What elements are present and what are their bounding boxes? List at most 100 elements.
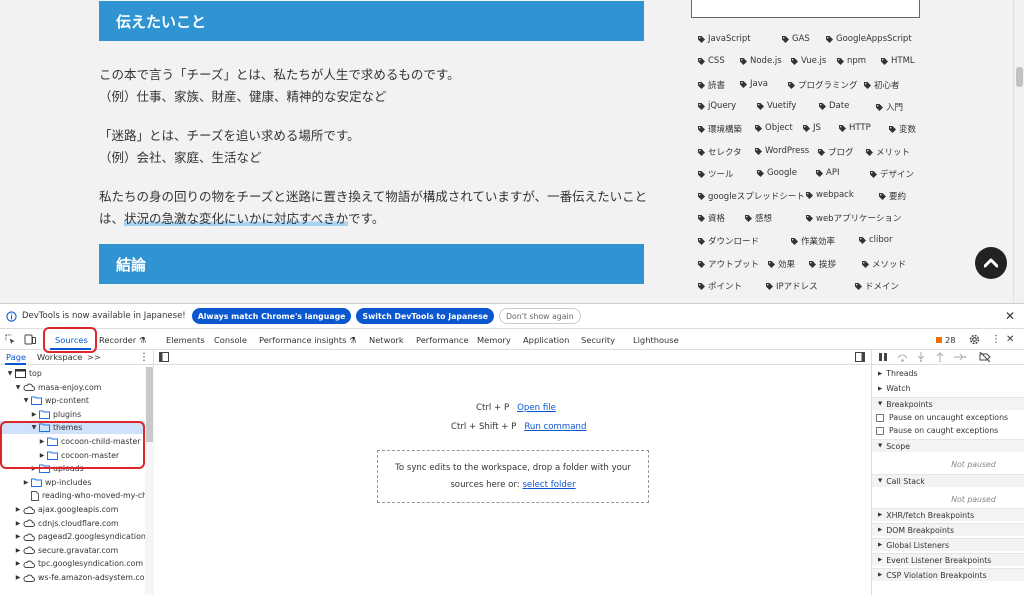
tree-item[interactable]: ▼ wp-content — [22, 394, 89, 407]
collapsed-arrow-icon[interactable]: ▶ — [14, 520, 22, 527]
tag-link[interactable]: 初心者 — [864, 79, 900, 91]
file-tree-scrollbar[interactable] — [145, 367, 154, 595]
xhr-breakpoints-section[interactable]: ▶ XHR/fetch Breakpoints — [872, 508, 1024, 521]
tree-item[interactable]: ▶ pagead2.googlesyndication.co — [14, 530, 145, 543]
tree-item[interactable]: ▶ plugins — [30, 408, 81, 421]
tab-performance-insights[interactable]: Performance insights ⚗ — [259, 329, 357, 350]
tree-item[interactable]: ▶ ws-fe.amazon-adsystem.com — [14, 571, 145, 584]
tag-link[interactable]: ダウンロード — [698, 235, 759, 247]
watch-section[interactable]: ▶ Watch — [872, 382, 1024, 395]
run-command-link[interactable]: Run command — [524, 422, 586, 432]
collapsed-arrow-icon[interactable]: ▶ — [14, 574, 22, 581]
device-toolbar-icon[interactable] — [24, 329, 36, 350]
tag-link[interactable]: 資格 — [698, 212, 725, 224]
tag-link[interactable]: デザイン — [870, 168, 914, 180]
tab-workspace[interactable]: Workspace — [37, 352, 82, 362]
event-listener-breakpoints-section[interactable]: ▶ Event Listener Breakpoints — [872, 553, 1024, 566]
tag-link[interactable]: jQuery — [698, 101, 736, 111]
tree-item[interactable]: ▶ ajax.googleapis.com — [14, 503, 119, 516]
open-file-link[interactable]: Open file — [517, 403, 556, 413]
tag-link[interactable]: ブログ — [818, 146, 854, 158]
tag-link[interactable]: 要約 — [879, 190, 906, 202]
tag-link[interactable]: メソッド — [862, 258, 906, 270]
step-icon[interactable] — [954, 352, 966, 365]
tree-item[interactable]: reading-who-moved-my-ch — [22, 489, 145, 502]
tag-link[interactable]: Date — [819, 101, 849, 111]
collapsed-arrow-icon[interactable]: ▶ — [22, 479, 30, 486]
select-folder-link[interactable]: select folder — [522, 480, 575, 490]
tab-memory[interactable]: Memory — [477, 329, 511, 350]
settings-gear-icon[interactable] — [969, 329, 980, 350]
tag-link[interactable]: 感想 — [745, 212, 772, 224]
expanded-arrow-icon[interactable]: ▼ — [14, 384, 22, 391]
tag-link[interactable]: Java — [740, 79, 768, 89]
collapsed-arrow-icon[interactable]: ▶ — [14, 547, 22, 554]
tag-link[interactable]: 読書 — [698, 79, 725, 91]
tag-link[interactable]: npm — [837, 56, 866, 66]
tree-item[interactable]: ▶ wp-includes — [22, 476, 91, 489]
toggle-debugger-icon[interactable] — [855, 352, 865, 362]
tab-elements[interactable]: Elements — [166, 329, 205, 350]
tab-page[interactable]: Page — [6, 352, 26, 362]
switch-to-japanese-button[interactable]: Switch DevTools to Japanese — [356, 308, 494, 324]
tag-link[interactable]: プログラミング — [788, 79, 858, 91]
pause-caught-option[interactable]: Pause on caught exceptions — [872, 424, 1024, 437]
tag-link[interactable]: webpack — [806, 190, 854, 200]
csp-violation-breakpoints-section[interactable]: ▶ CSP Violation Breakpoints — [872, 568, 1024, 581]
tag-link[interactable]: CSS — [698, 56, 725, 66]
tab-console[interactable]: Console — [214, 329, 247, 350]
tag-link[interactable]: ドメイン — [855, 280, 899, 292]
tag-link[interactable]: Vue.js — [791, 56, 826, 66]
threads-section[interactable]: ▶ Threads — [872, 367, 1024, 380]
page-scrollbar[interactable] — [1013, 0, 1024, 303]
more-tabs-icon[interactable]: >> — [87, 352, 101, 362]
collapsed-arrow-icon[interactable]: ▶ — [14, 533, 22, 540]
tag-link[interactable]: GAS — [782, 34, 810, 44]
tree-item[interactable]: ▶ secure.gravatar.com — [14, 544, 119, 557]
infobar-close-icon[interactable]: ✕ — [1005, 309, 1015, 323]
breakpoints-section[interactable]: ▼ Breakpoints — [872, 397, 1024, 410]
tab-lighthouse[interactable]: Lighthouse — [633, 329, 679, 350]
tag-link[interactable]: Google — [757, 168, 797, 178]
tab-recorder[interactable]: Recorder ⚗ — [99, 329, 146, 350]
tag-link[interactable]: 変数 — [889, 123, 916, 135]
step-into-icon[interactable] — [916, 352, 926, 365]
inspect-element-icon[interactable] — [5, 329, 16, 350]
tree-item[interactable]: ▼ masa-enjoy.com — [14, 381, 102, 394]
tree-item[interactable]: ▶ cdnjs.cloudflare.com — [14, 517, 119, 530]
pause-uncaught-option[interactable]: Pause on uncaught exceptions — [872, 411, 1024, 424]
tag-link[interactable]: 効果 — [768, 258, 795, 270]
step-over-icon[interactable] — [897, 352, 908, 365]
tag-link[interactable]: Object — [755, 123, 793, 133]
collapsed-arrow-icon[interactable]: ▶ — [30, 411, 38, 418]
tag-link[interactable]: 挨拶 — [809, 258, 836, 270]
tag-link[interactable]: ポイント — [698, 280, 742, 292]
tag-link[interactable]: webアプリケーション — [806, 212, 901, 224]
tag-link[interactable]: IPアドレス — [766, 280, 818, 292]
tag-link[interactable]: JavaScript — [698, 34, 751, 44]
collapsed-arrow-icon[interactable]: ▶ — [14, 560, 22, 567]
tag-link[interactable]: 作業効率 — [791, 235, 835, 247]
pause-uncaught-checkbox[interactable] — [876, 413, 884, 422]
more-options-icon[interactable]: ⋮ — [991, 329, 1001, 350]
tag-link[interactable]: 環境構築 — [698, 123, 742, 135]
step-out-icon[interactable] — [935, 352, 945, 365]
pause-icon[interactable] — [878, 352, 888, 365]
expanded-arrow-icon[interactable]: ▼ — [22, 397, 30, 404]
tag-link[interactable]: 入門 — [876, 101, 903, 113]
expanded-arrow-icon[interactable]: ▼ — [6, 370, 14, 377]
tag-link[interactable]: HTML — [881, 56, 915, 66]
issues-counter[interactable]: 28 — [936, 329, 956, 350]
tag-link[interactable]: Node.js — [740, 56, 782, 66]
tag-link[interactable]: Vuetify — [757, 101, 796, 111]
tag-link[interactable]: JS — [803, 123, 821, 133]
tag-link[interactable]: API — [816, 168, 839, 178]
tab-application[interactable]: Application — [523, 329, 569, 350]
tag-link[interactable]: clibor — [859, 235, 893, 245]
match-chrome-language-button[interactable]: Always match Chrome's language — [191, 308, 352, 324]
tab-security[interactable]: Security — [581, 329, 615, 350]
call-stack-section[interactable]: ▼ Call Stack — [872, 474, 1024, 487]
devtools-close-icon[interactable]: ✕ — [1006, 329, 1014, 350]
tree-item[interactable]: ▼ top — [6, 367, 42, 380]
tag-link[interactable]: アウトプット — [698, 258, 759, 270]
